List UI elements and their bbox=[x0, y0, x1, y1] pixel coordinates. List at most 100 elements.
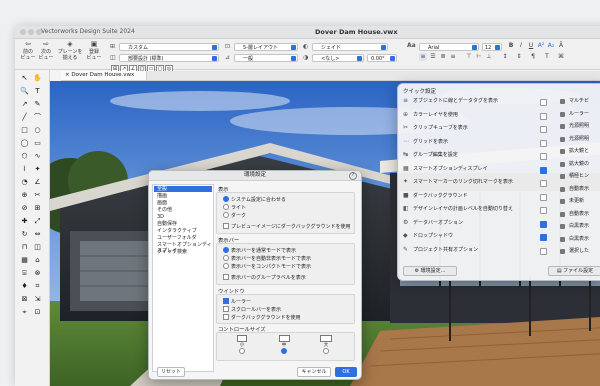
quick-setting-toggle[interactable] bbox=[540, 193, 547, 201]
line-tool-icon[interactable]: ╱ bbox=[20, 113, 29, 122]
prefs-sidebar-item[interactable]: インタラクティブ bbox=[154, 228, 212, 234]
bold-icon[interactable]: B bbox=[507, 42, 515, 50]
align-right-icon[interactable]: ≣ bbox=[439, 53, 447, 61]
layer-plane-button[interactable]: ◈ プレーンを 揃える bbox=[57, 41, 83, 62]
reset-button[interactable]: リセット bbox=[157, 367, 185, 377]
next-view-button[interactable]: ⇨ 次の ビュー bbox=[37, 41, 55, 62]
display-bar-compact[interactable]: 表示バーをコンパクトモードで表示 bbox=[223, 263, 311, 270]
text-tool-icon[interactable]: T bbox=[33, 87, 42, 96]
text-settings-icon[interactable]: Ā bbox=[557, 42, 565, 50]
pie-tool-icon[interactable]: ◔ bbox=[20, 178, 29, 187]
radio-size-medium[interactable] bbox=[281, 348, 287, 354]
ruler-checkbox[interactable]: ルーラー bbox=[223, 298, 251, 305]
quick-setting-right-item[interactable]: 積極ヒン bbox=[560, 171, 589, 181]
quick-setting-row[interactable]: ⋯ グリッドを表示 bbox=[401, 137, 547, 147]
radio-light[interactable] bbox=[223, 204, 229, 210]
spacing-icon[interactable]: ↕ bbox=[501, 53, 509, 61]
appearance-option-light[interactable]: ライト bbox=[223, 204, 246, 211]
grid-tool-icon[interactable]: ⊞ bbox=[33, 204, 42, 213]
zoom-tool-icon[interactable]: 🔍 bbox=[20, 87, 29, 96]
quick-setting-toggle[interactable] bbox=[540, 234, 547, 241]
ok-button[interactable]: OK bbox=[335, 367, 357, 377]
quick-setting-row[interactable]: ■ ダークバックグラウンド bbox=[401, 191, 547, 201]
class-select[interactable]: カスタム bbox=[119, 43, 219, 51]
font-size-select[interactable]: 12 bbox=[482, 43, 502, 51]
prefs-sidebar-item[interactable]: 3D bbox=[154, 214, 212, 220]
prev-view-button[interactable]: ⇦ 前の ビュー bbox=[19, 41, 37, 62]
radio-size-large[interactable] bbox=[323, 348, 329, 354]
prefs-sidebar-item[interactable]: ユーザーフォルダ bbox=[154, 235, 212, 241]
selection-tool-icon[interactable]: ↖ bbox=[20, 74, 29, 83]
quick-setting-row[interactable]: ◧ デザインレイヤの計画レベルを自動切り替え bbox=[401, 204, 547, 214]
wall-tool-icon[interactable]: ⊓ bbox=[20, 243, 29, 252]
trim-tool-icon[interactable]: ✂ bbox=[33, 191, 42, 200]
quick-setting-right-item[interactable]: 光源照明 bbox=[560, 134, 589, 144]
quick-setting-right-item[interactable]: マルチビ bbox=[560, 96, 589, 106]
radio-compact[interactable] bbox=[223, 263, 229, 269]
font-select[interactable]: Arial bbox=[419, 43, 479, 51]
saved-view-button[interactable]: ▣ 登録 ビュー bbox=[85, 41, 103, 62]
prefs-sidebar-item[interactable]: 自動保存 bbox=[154, 221, 212, 227]
control-size-small[interactable]: 小 bbox=[235, 335, 249, 355]
subscript-icon[interactable]: A₂ bbox=[547, 42, 555, 50]
radio-autohide[interactable] bbox=[223, 255, 229, 261]
quick-setting-toggle[interactable] bbox=[540, 166, 547, 174]
circle-tool-icon[interactable]: ○ bbox=[33, 126, 42, 135]
italic-icon[interactable]: I bbox=[517, 42, 525, 50]
group-label-checkbox[interactable]: 表示バーのグループラベルを表示 bbox=[223, 274, 306, 281]
layer-select[interactable]: 部要設計 (標準) bbox=[119, 54, 219, 62]
quick-setting-right-item[interactable]: 拡大鏡と bbox=[560, 146, 589, 156]
window-tool-icon[interactable]: ▦ bbox=[20, 256, 29, 265]
prefs-sidebar-item[interactable]: 画面 bbox=[154, 200, 212, 206]
mirror-tool-icon[interactable]: ⇔ bbox=[33, 230, 42, 239]
door-tool-icon[interactable]: ◫ bbox=[33, 243, 42, 252]
quick-setting-toggle[interactable] bbox=[540, 139, 547, 147]
radio-dark[interactable] bbox=[223, 212, 229, 218]
file-settings-button[interactable]: ▤ ファイル設定 bbox=[548, 266, 600, 276]
text-size-icon[interactable]: T bbox=[543, 53, 551, 61]
quick-setting-right-item[interactable]: 白黒表示 bbox=[560, 234, 589, 244]
layout-select[interactable]: 5-層レイアウト bbox=[234, 43, 298, 51]
quick-setting-right-item[interactable]: 自動表示 bbox=[560, 209, 589, 219]
quick-setting-toggle[interactable] bbox=[540, 247, 547, 255]
close-window-button[interactable] bbox=[20, 29, 26, 35]
quick-setting-toggle[interactable] bbox=[540, 220, 547, 228]
display-bar-autohide[interactable]: 表示バーを自動非表示モードで表示 bbox=[223, 255, 311, 262]
stair-tool-icon[interactable]: ⌸ bbox=[20, 269, 29, 278]
checkbox-dark-bg[interactable] bbox=[223, 314, 229, 320]
angle-tool-icon[interactable]: ∠ bbox=[33, 178, 42, 187]
curve-tool-icon[interactable]: ∿ bbox=[33, 152, 42, 161]
quick-setting-toggle[interactable] bbox=[540, 180, 547, 187]
viewport-tool-icon[interactable]: ⊡ bbox=[33, 308, 42, 317]
checkbox-ruler[interactable] bbox=[223, 298, 229, 304]
quick-setting-toggle[interactable] bbox=[540, 112, 547, 120]
control-size-medium[interactable]: 中 bbox=[277, 335, 291, 355]
spacing-more-icon[interactable]: ⇕ bbox=[515, 53, 523, 61]
minimize-window-button[interactable] bbox=[28, 29, 34, 35]
quick-setting-right-item[interactable]: ルーラー bbox=[560, 109, 589, 119]
help-icon[interactable]: ? bbox=[349, 172, 357, 180]
radio-system[interactable] bbox=[223, 196, 229, 202]
display-bar-normal[interactable]: 表示バーを通常モードで表示 bbox=[223, 247, 296, 254]
prefs-sidebar-item[interactable]: その他 bbox=[154, 207, 212, 213]
column-tool-icon[interactable]: ⊗ bbox=[33, 269, 42, 278]
close-tab-icon[interactable]: × bbox=[65, 72, 70, 78]
star-tool-icon[interactable]: ✦ bbox=[33, 165, 42, 174]
angle-field[interactable]: 0.00° bbox=[367, 54, 397, 62]
valign-top-icon[interactable]: ⊤ bbox=[465, 53, 473, 61]
quick-setting-row[interactable]: ↹ グループ編集を設定 bbox=[401, 150, 547, 160]
roof-tool-icon[interactable]: ⌂ bbox=[33, 256, 42, 265]
checkbox-group-label[interactable] bbox=[223, 274, 229, 280]
space-tool-icon[interactable]: ⊠ bbox=[20, 295, 29, 304]
locus-tool-icon[interactable]: ⊕ bbox=[20, 191, 29, 200]
leader-tool-icon[interactable]: ↗ bbox=[20, 100, 29, 109]
quick-setting-right-item[interactable]: 拡大鏡の bbox=[560, 159, 589, 169]
quick-setting-right-item[interactable]: 未更新 bbox=[560, 196, 584, 206]
quick-setting-row[interactable]: ✂ クリップキューブを表示 bbox=[401, 123, 547, 133]
appearance-option-system[interactable]: システム設定に合わせる bbox=[223, 196, 286, 203]
superscript-icon[interactable]: A² bbox=[537, 42, 545, 50]
quick-setting-row[interactable]: ◆ ドロップシャドウ bbox=[401, 231, 547, 241]
freehand-tool-icon[interactable]: ⌇ bbox=[20, 165, 29, 174]
radio-size-small[interactable] bbox=[239, 348, 245, 354]
hatch-tool-icon[interactable]: ⌗ bbox=[33, 282, 42, 291]
